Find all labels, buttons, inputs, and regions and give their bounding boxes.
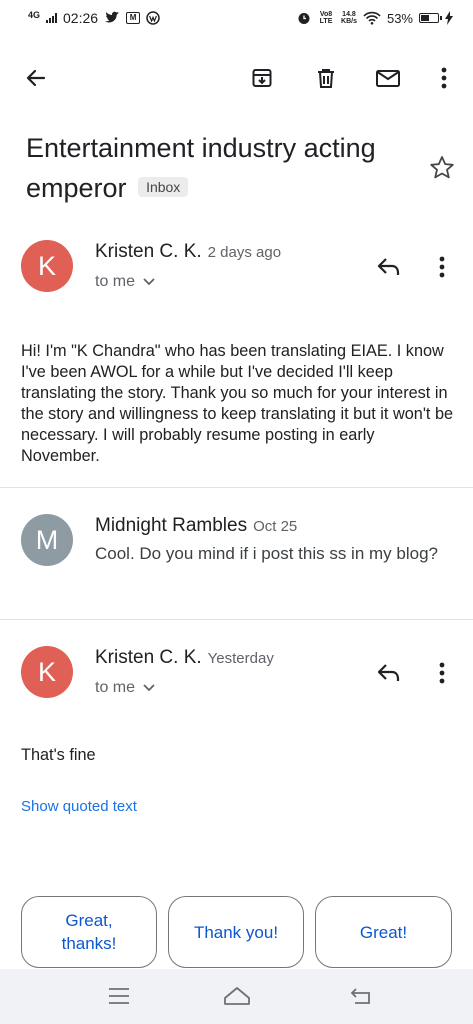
star-button[interactable] [428, 154, 456, 182]
wordpress-icon [146, 11, 160, 25]
reply-button[interactable] [374, 658, 404, 688]
smart-reply-label: Thank you! [193, 922, 279, 942]
battery-icon [419, 13, 442, 23]
message-body: That's fine [21, 746, 96, 764]
wifi-icon [363, 11, 381, 25]
arrow-left-icon [26, 69, 46, 87]
speed-value: 14.8 [342, 11, 356, 18]
trash-icon [318, 69, 334, 88]
email-subject: Entertainment industry acting emperor In… [26, 128, 406, 208]
avatar-letter: M [35, 524, 59, 555]
message-date: Oct 25 [253, 518, 298, 535]
recent-apps-button[interactable] [104, 983, 134, 1009]
twitter-icon [105, 11, 120, 23]
mark-unread-button[interactable] [374, 64, 402, 92]
status-left: 4G 02:26 M [28, 10, 160, 26]
system-navigation-bar [0, 969, 473, 1024]
message-more-button[interactable] [430, 252, 454, 282]
message-more-button[interactable] [430, 658, 454, 688]
return-arrow-icon [350, 988, 370, 1004]
divider [0, 487, 473, 488]
recipient-details-toggle[interactable]: to me [95, 273, 155, 291]
recipient-text: to me [95, 679, 136, 696]
recipient-text: to me [95, 273, 136, 290]
smart-reply-great-thanks[interactable]: Great, thanks! [21, 896, 157, 968]
message-body: Hi! I'm "K Chandra" who has been transla… [21, 342, 454, 465]
status-bar: 4G 02:26 M Vo8 LTE 14.8 KB/s 53% [0, 0, 473, 36]
battery-percent: 53% [386, 10, 413, 26]
smart-reply-label: Great! [359, 922, 408, 942]
status-right: Vo8 LTE 14.8 KB/s 53% [297, 11, 453, 26]
sender-name: Kristen C. K. [95, 241, 202, 262]
signal-icon [46, 13, 58, 23]
back-button[interactable] [22, 64, 50, 92]
smart-reply-label: Great, thanks! [61, 911, 117, 953]
vertical-dots-icon [439, 662, 445, 684]
vertical-dots-icon [441, 67, 447, 89]
sender-name: Midnight Rambles [95, 515, 248, 536]
chevron-down-icon [143, 278, 155, 286]
show-quoted-text-link[interactable]: Show quoted text [21, 798, 137, 815]
sender-line: Midnight Rambles Oct 25 [95, 515, 297, 537]
inbox-label-badge[interactable]: Inbox [138, 176, 189, 197]
archive-button[interactable] [248, 64, 276, 92]
charging-icon [445, 11, 453, 25]
top-toolbar [0, 50, 473, 106]
network-speed: 14.8 KB/s [341, 11, 357, 25]
reply-icon [377, 664, 400, 681]
delete-button[interactable] [312, 64, 340, 92]
message-date: 2 days ago [207, 244, 282, 261]
smart-reply-great[interactable]: Great! [315, 896, 452, 968]
gmail-status-icon: M [126, 12, 141, 24]
alarm-icon [298, 13, 310, 24]
reply-button[interactable] [374, 252, 404, 282]
message-snippet: Cool. Do you mind if i post this ss in m… [95, 544, 438, 563]
home-outline-icon [224, 987, 250, 1005]
volte-indicator: Vo8 LTE [319, 11, 333, 25]
avatar[interactable]: M [21, 514, 73, 566]
reply-icon [377, 258, 400, 275]
chevron-down-icon [143, 684, 155, 692]
avatar-letter: K [37, 250, 56, 281]
smart-reply-thank-you[interactable]: Thank you! [168, 896, 304, 968]
vertical-dots-icon [439, 256, 445, 278]
envelope-icon [376, 70, 400, 87]
subject-text: Entertainment industry acting emperor [26, 133, 376, 203]
clock-time: 02:26 [63, 10, 99, 26]
home-button[interactable] [222, 983, 252, 1009]
speed-unit: KB/s [341, 18, 357, 25]
overflow-menu-button[interactable] [430, 64, 458, 92]
message-date: Yesterday [207, 650, 274, 667]
star-outline-icon [430, 156, 454, 179]
divider [0, 619, 473, 620]
network-type: 4G [28, 9, 41, 20]
battery-fill [421, 15, 429, 21]
avatar[interactable]: K [21, 240, 73, 292]
sender-line: Kristen C. K. 2 days ago [95, 241, 281, 263]
sender-line: Kristen C. K. Yesterday [95, 647, 274, 669]
avatar-letter: K [37, 656, 56, 687]
three-lines-icon [109, 988, 129, 1004]
avatar[interactable]: K [21, 646, 73, 698]
system-back-button[interactable] [346, 983, 376, 1009]
sender-name: Kristen C. K. [95, 647, 202, 668]
archive-icon [252, 69, 272, 87]
recipient-details-toggle[interactable]: to me [95, 679, 155, 697]
